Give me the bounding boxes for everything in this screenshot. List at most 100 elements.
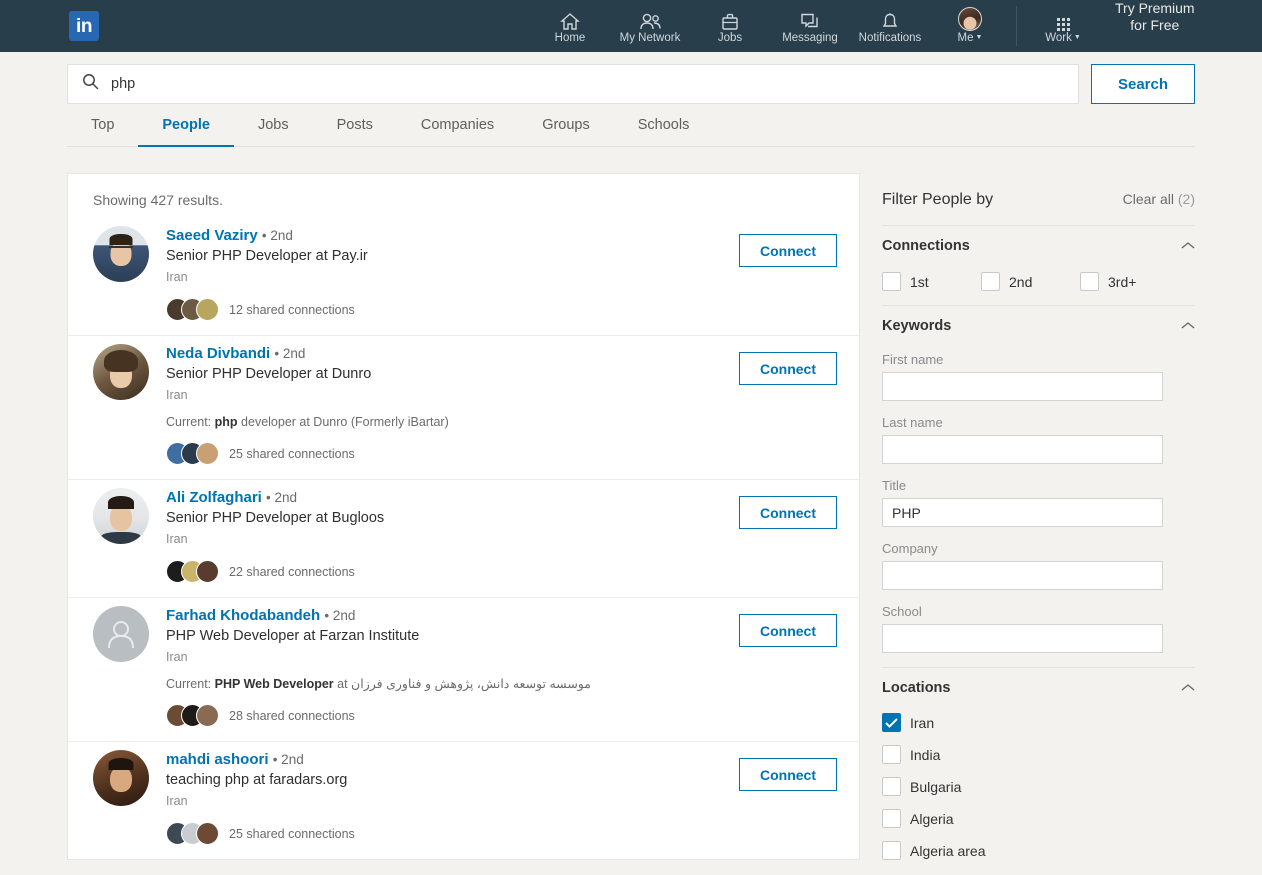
checkbox-iran[interactable] (882, 713, 901, 732)
profile-photo[interactable] (93, 344, 149, 400)
tab-top[interactable]: Top (67, 104, 138, 146)
connection-option-3rd[interactable]: 3rd+ (1080, 272, 1179, 291)
connection-option-1st-label: 1st (910, 273, 929, 290)
result-current: Current: PHP Web Developer at موسسه توسع… (166, 675, 837, 693)
connect-button[interactable]: Connect (739, 234, 837, 267)
checkbox-2nd[interactable] (981, 272, 1000, 291)
location-option-bulgaria-label: Bulgaria (910, 778, 962, 795)
result-body: mahdi ashoori • 2nd teaching php at fara… (166, 750, 837, 845)
last-name-label: Last name (882, 415, 943, 430)
result-degree: • 2nd (274, 346, 306, 361)
nav-item-my-network[interactable]: My Network (610, 0, 690, 52)
try-premium-link[interactable]: Try Premium for Free (1103, 0, 1211, 52)
connect-button[interactable]: Connect (739, 758, 837, 791)
location-option-algeria-area[interactable]: Algeria area (882, 841, 1195, 860)
result-name-line: mahdi ashoori • 2nd (166, 750, 837, 770)
connect-button[interactable]: Connect (739, 352, 837, 385)
tab-schools[interactable]: Schools (614, 104, 714, 146)
connection-option-2nd[interactable]: 2nd (981, 272, 1080, 291)
current-suffix: developer at Dunro (Formerly iBartar) (237, 415, 449, 429)
filter-panel: Filter People by Clear all (2) Connectio… (882, 173, 1195, 874)
search-button[interactable]: Search (1091, 64, 1195, 104)
checkbox-bulgaria[interactable] (882, 777, 901, 796)
tab-posts[interactable]: Posts (313, 104, 397, 146)
shared-connections[interactable]: 28 shared connections (166, 704, 837, 727)
connect-button[interactable]: Connect (739, 614, 837, 647)
search-box[interactable] (67, 64, 1079, 104)
result-item[interactable]: Farhad Khodabandeh • 2nd PHP Web Develop… (68, 598, 859, 742)
result-body: Ali Zolfaghari • 2nd Senior PHP Develope… (166, 488, 837, 583)
result-name[interactable]: Saeed Vaziry (166, 227, 258, 244)
filter-section-locations-header[interactable]: Locations (882, 680, 1195, 700)
nav-item-work[interactable]: Work ▼ (1023, 0, 1103, 52)
company-input[interactable] (882, 561, 1163, 590)
shared-connections-text: 12 shared connections (229, 302, 355, 317)
nav-item-me[interactable]: Me ▼ (930, 0, 1010, 52)
shared-connections-text: 25 shared connections (229, 446, 355, 461)
result-name[interactable]: Farhad Khodabandeh (166, 607, 320, 624)
clear-all-label: Clear all (1122, 191, 1174, 207)
profile-photo[interactable] (93, 488, 149, 544)
profile-photo[interactable] (93, 226, 149, 282)
nav-item-messaging[interactable]: Messaging (770, 0, 850, 52)
result-item[interactable]: Neda Divbandi • 2nd Senior PHP Developer… (68, 336, 859, 480)
checkbox-india[interactable] (882, 745, 901, 764)
chevron-up-icon[interactable] (1181, 681, 1195, 695)
result-location: Iran (166, 388, 188, 402)
content-area: Showing 427 results. Saeed Vaziry • 2nd … (67, 173, 1195, 874)
location-option-india[interactable]: India (882, 745, 1195, 764)
shared-connections[interactable]: 22 shared connections (166, 560, 837, 583)
filter-section-connections: Connections 1st 2nd 3rd+ (882, 225, 1195, 305)
shared-connections[interactable]: 25 shared connections (166, 442, 837, 465)
nav-item-jobs-label: Jobs (717, 31, 743, 44)
profile-photo-placeholder[interactable] (93, 606, 149, 662)
first-name-input[interactable] (882, 372, 1163, 401)
search-input[interactable] (111, 76, 1068, 92)
location-option-iran[interactable]: Iran (882, 713, 1195, 732)
message-icon (799, 9, 821, 31)
result-item[interactable]: Saeed Vaziry • 2nd Senior PHP Developer … (68, 218, 859, 336)
filter-section-keywords-header[interactable]: Keywords (882, 318, 1195, 338)
linkedin-logo[interactable]: in (69, 11, 99, 41)
school-input[interactable] (882, 624, 1163, 653)
last-name-input[interactable] (882, 435, 1163, 464)
chevron-up-icon[interactable] (1181, 239, 1195, 253)
filter-section-connections-header[interactable]: Connections (882, 238, 1195, 258)
connections-options: 1st 2nd 3rd+ (882, 272, 1195, 291)
bell-icon (880, 9, 900, 31)
connection-option-1st[interactable]: 1st (882, 272, 981, 291)
checkbox-3rd[interactable] (1080, 272, 1099, 291)
location-option-iran-label: Iran (910, 714, 935, 731)
result-headline: Senior PHP Developer at Pay.ir (166, 248, 368, 264)
result-item[interactable]: mahdi ashoori • 2nd teaching php at fara… (68, 742, 859, 859)
clear-all-button[interactable]: Clear all (2) (1123, 191, 1195, 207)
result-location: Iran (166, 650, 188, 664)
shared-faces (166, 560, 219, 583)
title-input[interactable] (882, 498, 1163, 527)
filter-panel-header: Filter People by Clear all (2) (882, 191, 1195, 225)
connect-button[interactable]: Connect (739, 496, 837, 529)
checkbox-algeria-area[interactable] (882, 841, 901, 860)
location-option-algeria[interactable]: Algeria (882, 809, 1195, 828)
result-name[interactable]: mahdi ashoori (166, 751, 269, 768)
tab-people[interactable]: People (138, 104, 234, 147)
tab-companies[interactable]: Companies (397, 104, 518, 146)
checkbox-algeria[interactable] (882, 809, 901, 828)
chevron-up-icon[interactable] (1181, 319, 1195, 333)
location-option-bulgaria[interactable]: Bulgaria (882, 777, 1195, 796)
tab-jobs[interactable]: Jobs (234, 104, 313, 146)
result-name[interactable]: Neda Divbandi (166, 345, 270, 362)
result-item[interactable]: Ali Zolfaghari • 2nd Senior PHP Develope… (68, 480, 859, 598)
nav-item-notifications[interactable]: Notifications (850, 0, 930, 52)
clear-all-count: (2) (1177, 191, 1195, 207)
tab-groups[interactable]: Groups (518, 104, 614, 146)
result-name[interactable]: Ali Zolfaghari (166, 489, 262, 506)
nav-item-home[interactable]: Home (530, 0, 610, 52)
shared-connections[interactable]: 25 shared connections (166, 822, 837, 845)
profile-photo[interactable] (93, 750, 149, 806)
shared-connections[interactable]: 12 shared connections (166, 298, 837, 321)
nav-item-jobs[interactable]: Jobs (690, 0, 770, 52)
current-prefix: Current: (166, 415, 215, 429)
checkbox-1st[interactable] (882, 272, 901, 291)
nav-items-container: Home My Network Jobs Messaging Notificat… (530, 0, 1211, 52)
